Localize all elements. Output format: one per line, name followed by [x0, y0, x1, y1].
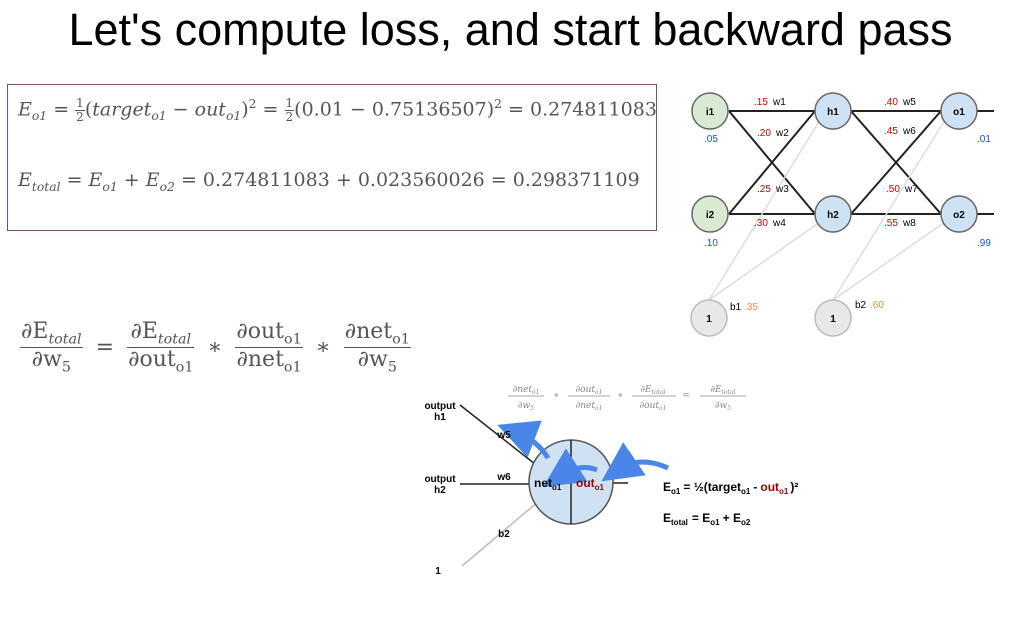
neuron-w6-label: w6 — [496, 472, 511, 483]
weight-w6: .45 — [884, 126, 898, 137]
weight-w6-label: w6 — [902, 126, 916, 137]
svg-text:∗: ∗ — [553, 391, 559, 401]
neuron-b2-label: b2 — [498, 529, 510, 540]
weight-w8-label: w8 — [902, 218, 916, 229]
node-i1-label: i1 — [706, 107, 715, 118]
node-i2-label: i2 — [706, 210, 715, 221]
node-o2-label: o2 — [953, 210, 965, 221]
bias-b2-label: b2 — [855, 300, 867, 311]
node-b1-label: 1 — [706, 314, 712, 325]
weight-w2: .20 — [757, 128, 771, 139]
bias-b1-label: b1 — [730, 302, 742, 313]
gradient-arrow-w5 — [497, 420, 551, 460]
weight-w1-label: w1 — [772, 97, 786, 108]
svg-text:∂neto1: ∂neto1 — [513, 385, 540, 396]
weight-w3: .25 — [757, 184, 771, 195]
weight-w2-label: w2 — [775, 128, 789, 139]
svg-text:∂Etotal: ∂Etotal — [710, 385, 735, 396]
svg-text:∂outo1: ∂outo1 — [640, 401, 667, 412]
gradient-arrow-out — [601, 442, 670, 482]
svg-text:∂w5: ∂w5 — [518, 401, 534, 412]
weight-w3-label: w3 — [775, 184, 789, 195]
svg-text:∂neto1: ∂neto1 — [576, 401, 603, 412]
weight-w4-label: w4 — [772, 218, 786, 229]
neuron-formula-eo1: Eo1 = ½(targeto1- outo1)² — [663, 480, 798, 496]
output-h2-label-2: h2 — [434, 485, 446, 496]
weight-w8: .55 — [884, 218, 898, 229]
neuron-w5-label: w5 — [496, 430, 511, 441]
node-b2-label: 1 — [830, 314, 836, 325]
weight-w1: .15 — [754, 97, 768, 108]
target-o2-value: .99 — [977, 238, 991, 249]
weight-w7-label: w7 — [904, 184, 918, 195]
svg-text:∗: ∗ — [617, 391, 623, 401]
node-o1-label: o1 — [953, 107, 965, 118]
weight-w4: .30 — [754, 218, 768, 229]
node-h2-label: h2 — [827, 210, 839, 221]
input-i1-value: .05 — [704, 134, 718, 145]
target-o1-value: .01 — [977, 134, 991, 145]
output-h1-label-1: output — [424, 401, 456, 412]
svg-text:=: = — [682, 391, 690, 401]
bias-b1-value: .35 — [744, 302, 758, 313]
weight-w5-label: w5 — [902, 97, 916, 108]
network-diagram: .15 w1 .20 w2 .25 w3 .30 w4 .40 w5 .45 w… — [424, 92, 994, 577]
neuron-formula-etotal: Etotal = Eo1 + Eo2 — [663, 511, 751, 527]
mini-chain-rule: ∂neto1 ∂w5 ∗ ∂outo1 ∂neto1 ∗ ∂Etotal ∂ou… — [508, 385, 746, 412]
output-h2-label-1: output — [424, 474, 456, 485]
input-i2-value: .10 — [704, 238, 718, 249]
svg-text:∂Etotal: ∂Etotal — [640, 385, 665, 396]
output-h1-label-2: h1 — [434, 412, 446, 423]
node-h1-label: h1 — [827, 107, 839, 118]
svg-text:∂w5: ∂w5 — [715, 401, 731, 412]
neuron-bias-one: 1 — [435, 566, 441, 577]
weight-w5: .40 — [884, 97, 898, 108]
weight-w7: .50 — [886, 184, 900, 195]
bias-b2-value: .60 — [870, 300, 884, 311]
neuron-diagram — [459, 404, 670, 567]
svg-text:∂outo1: ∂outo1 — [576, 385, 603, 396]
